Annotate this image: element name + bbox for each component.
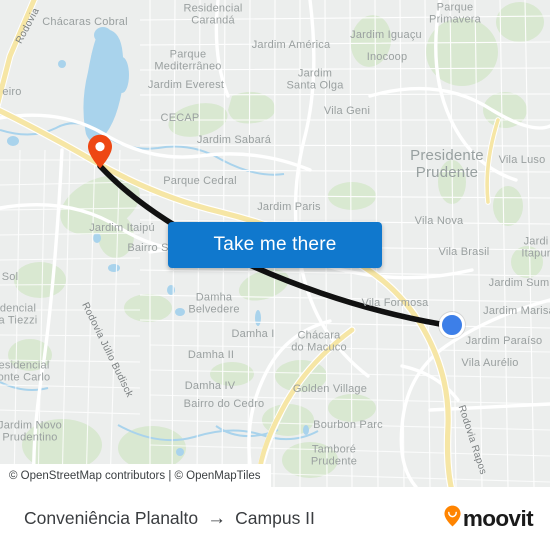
map-attribution[interactable]: © OpenStreetMap contributors | © OpenMap… xyxy=(0,464,271,487)
moovit-pin-icon xyxy=(444,505,461,532)
destination-dot-marker[interactable] xyxy=(439,312,465,338)
moovit-logo[interactable]: moovit xyxy=(444,505,534,532)
moovit-route-card: Rodovia Chácaras Cobral Residencial Carand… xyxy=(0,0,550,550)
route-footer: Conveniência Planalto → Campus II moovit xyxy=(0,487,550,550)
route-origin-label: Conveniência Planalto xyxy=(24,508,199,528)
map-canvas[interactable]: Rodovia Chácaras Cobral Residencial Carand… xyxy=(0,0,550,487)
route-destination-label: Campus II xyxy=(235,508,315,528)
moovit-wordmark: moovit xyxy=(462,505,534,531)
route-summary: Conveniência Planalto → Campus II xyxy=(24,508,315,529)
take-me-there-button[interactable]: Take me there xyxy=(168,222,382,268)
origin-pin-icon[interactable] xyxy=(87,134,113,169)
arrow-right-icon: → xyxy=(207,508,227,529)
